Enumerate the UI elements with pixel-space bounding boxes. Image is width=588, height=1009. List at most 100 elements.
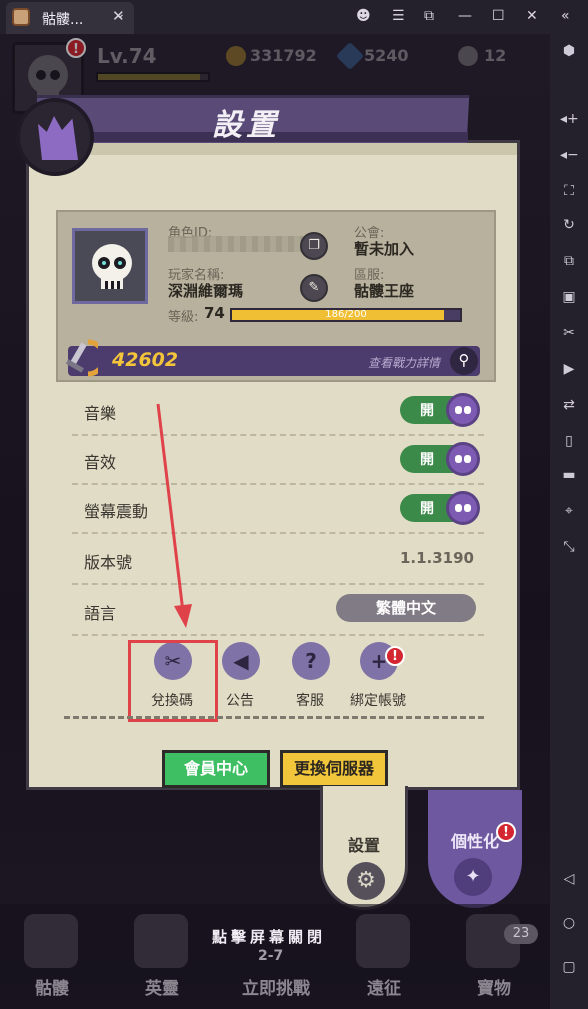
power-row[interactable]: 42602 查看戰力詳情 ⚲ <box>65 339 480 377</box>
skull-portrait-icon <box>92 244 132 289</box>
close-icon[interactable]: ✕ <box>526 8 538 24</box>
crown-badge <box>16 98 94 176</box>
bind-account-alert-badge: ! <box>385 646 405 666</box>
bind-account-label: 綁定帳號 <box>350 693 406 709</box>
multi-instance-icon[interactable]: ⧉ <box>560 252 578 270</box>
volume-up-icon[interactable]: ◂+ <box>560 110 579 128</box>
folder-icon[interactable]: ▬ <box>560 466 578 484</box>
power-value: 42602 <box>112 349 179 371</box>
personalize-alert-badge: ! <box>496 822 516 842</box>
tab-title: 骷髏... <box>42 12 84 28</box>
customer-service-label: 客服 <box>296 693 324 709</box>
skull-knob-icon <box>446 442 480 476</box>
xp-bar: 186/200 <box>230 308 462 322</box>
skull-knob-icon <box>446 393 480 427</box>
treasure-count-badge: 23 <box>504 924 538 944</box>
sfx-label: 音效 <box>84 453 117 472</box>
nav-treasure[interactable]: 寶物 <box>454 974 534 999</box>
screenshot-icon[interactable]: ⛶ <box>560 182 578 200</box>
member-center-button[interactable]: 會員中心 <box>162 750 270 788</box>
app-icon <box>12 8 30 26</box>
nav-hero[interactable]: 英靈 <box>122 974 202 999</box>
guild-value: 暫未加入 <box>354 240 415 258</box>
record-icon[interactable]: ▶ <box>560 360 578 378</box>
megaphone-icon: ◀ <box>233 649 249 673</box>
annotation-highlight-box <box>128 640 218 722</box>
profile-portrait[interactable] <box>72 228 148 304</box>
sword-icon <box>65 339 98 377</box>
recent-icon[interactable]: ▢ <box>560 958 578 976</box>
hero-nav-icon <box>134 914 188 968</box>
tap-to-close-hint: 點擊屏幕關閉 <box>212 928 327 946</box>
location-icon[interactable]: ⌖ <box>560 502 578 520</box>
panel-title: 設置 <box>212 108 280 143</box>
panel-top-shade <box>29 143 517 155</box>
resize-icon[interactable]: ⤡ <box>560 538 578 556</box>
role-id-redacted <box>168 236 304 252</box>
nav-expedition[interactable]: 遠征 <box>344 974 424 999</box>
copy-id-button[interactable]: ❐ <box>300 232 328 260</box>
language-select[interactable]: 繁體中文 <box>336 594 476 622</box>
expedition-nav-icon <box>356 914 410 968</box>
music-toggle[interactable]: 開 <box>400 393 480 427</box>
server-value: 骷髏王座 <box>354 282 415 300</box>
rotate-icon[interactable]: ↻ <box>560 216 578 234</box>
skull-knob-icon <box>446 491 480 525</box>
settings-icon[interactable]: ⬢ <box>560 42 578 60</box>
edit-name-button[interactable]: ✎ <box>300 274 328 302</box>
tab-settings[interactable]: 設置 ⚙ <box>320 786 408 910</box>
sfx-toggle-label: 開 <box>420 452 434 468</box>
skeleton-nav-icon <box>24 914 78 968</box>
version-label: 版本號 <box>84 553 133 572</box>
nav-skeleton[interactable]: 骷髏 <box>12 974 92 999</box>
back-icon[interactable]: ◁ <box>560 870 578 888</box>
collapse-sidebar-icon[interactable]: « <box>561 8 570 24</box>
minimize-icon[interactable]: — <box>458 8 472 24</box>
level-value: 74 <box>204 304 225 322</box>
screen: 骷髏... ✕ ⌄ ☻ ☰ ⧉ — ☐ ✕ « ! Lv.74 42602 33… <box>0 0 588 1009</box>
nav-challenge[interactable]: 立即挑戰 <box>236 974 316 999</box>
level-label: 等級: <box>168 310 199 325</box>
version-row: 版本號 1.1.3190 <box>72 537 484 585</box>
xp-text: 186/200 <box>325 309 367 320</box>
music-toggle-label: 開 <box>420 403 434 419</box>
cut-icon[interactable]: ✂ <box>560 324 578 342</box>
change-server-button[interactable]: 更換伺服器 <box>280 750 388 788</box>
customer-service-button[interactable]: ? 客服 <box>274 640 346 712</box>
language-row: 語言 繁體中文 <box>72 588 484 636</box>
home-icon[interactable]: ○ <box>560 914 578 932</box>
menu-icon[interactable]: ☰ <box>392 8 405 24</box>
copy-icon: ❐ <box>308 238 320 253</box>
sync-icon[interactable]: ⇄ <box>560 396 578 414</box>
magic-wand-icon: ✦ <box>454 858 492 896</box>
music-label: 音樂 <box>84 404 117 423</box>
emulator-sidebar: ⬢ ◂+ ◂− ⛶ ↻ ⧉ ▣ ✂ ▶ ⇄ ▯ ▬ ⌖ ⤡ ◁ ○ ▢ <box>550 34 588 1009</box>
window-titlebar: 骷髏... ✕ ⌄ ☻ ☰ ⧉ — ☐ ✕ « <box>0 0 588 34</box>
account-icon[interactable]: ☻ <box>356 8 371 24</box>
vibration-toggle[interactable]: 開 <box>400 491 480 525</box>
language-label: 語言 <box>84 604 117 623</box>
pencil-icon: ✎ <box>308 280 320 295</box>
panel-divider <box>64 716 484 719</box>
tab-personalize[interactable]: 個性化 ✦ <box>428 790 522 908</box>
crown-icon <box>38 116 78 160</box>
vibration-toggle-label: 開 <box>420 501 434 517</box>
sfx-toggle[interactable]: 開 <box>400 442 480 476</box>
power-detail-link[interactable]: 查看戰力詳情 <box>368 354 440 371</box>
player-name-value: 深淵維爾瑪 <box>168 282 244 300</box>
question-icon: ? <box>305 649 317 673</box>
tab-settings-label: 設置 <box>347 836 380 855</box>
sfx-row: 音效 開 <box>72 437 484 485</box>
chevron-down-icon[interactable]: ⌄ <box>114 6 126 22</box>
restore-window-icon[interactable]: ⧉ <box>424 8 434 24</box>
stage-label: 2-7 <box>258 948 284 964</box>
maximize-icon[interactable]: ☐ <box>492 8 505 24</box>
shake-icon[interactable]: ▯ <box>560 432 578 450</box>
volume-down-icon[interactable]: ◂− <box>560 146 579 164</box>
music-row: 音樂 開 <box>72 388 484 436</box>
apk-icon[interactable]: ▣ <box>560 288 578 306</box>
vibration-label: 螢幕震動 <box>84 502 149 521</box>
search-icon[interactable]: ⚲ <box>450 347 478 375</box>
profile-card: 角色ID: ❐ 公會: 暫未加入 玩家名稱: 深淵維爾瑪 ✎ 區服: 骷髏王座 … <box>56 210 496 382</box>
vibration-row: 螢幕震動 開 <box>72 486 484 534</box>
